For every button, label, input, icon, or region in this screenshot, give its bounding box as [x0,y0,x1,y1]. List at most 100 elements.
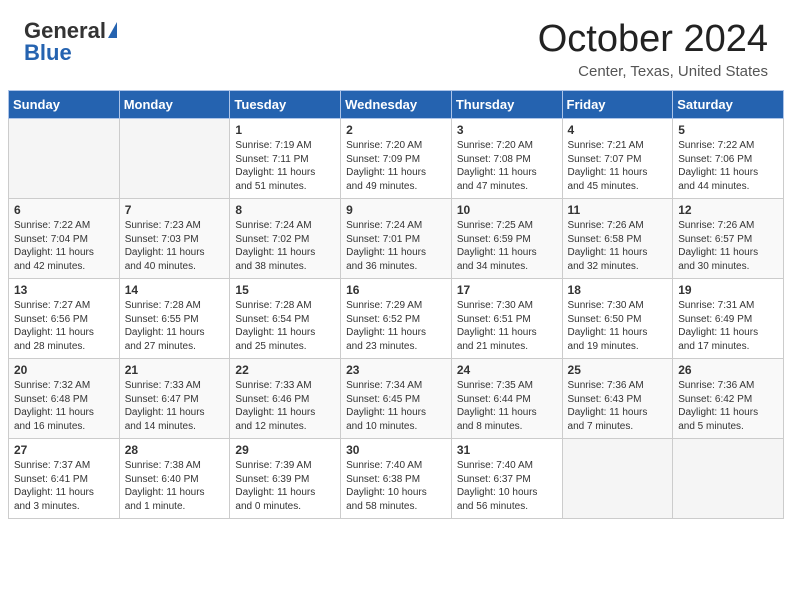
day-number: 27 [14,443,114,457]
day-info: Sunrise: 7:25 AM Sunset: 6:59 PM Dayligh… [457,219,557,273]
calendar-cell: 20 Sunrise: 7:32 AM Sunset: 6:48 PM Dayli… [9,359,120,439]
day-info: Sunrise: 7:24 AM Sunset: 7:02 PM Dayligh… [235,219,335,273]
calendar-row: 1 Sunrise: 7:19 AM Sunset: 7:11 PM Daylig… [9,119,784,199]
calendar-cell [562,439,673,519]
day-number: 14 [125,283,225,297]
day-info: Sunrise: 7:24 AM Sunset: 7:01 PM Dayligh… [346,219,446,273]
calendar-table: SundayMondayTuesdayWednesdayThursdayFrid… [8,90,784,519]
day-number: 12 [678,203,778,217]
calendar-cell: 19 Sunrise: 7:31 AM Sunset: 6:49 PM Dayli… [673,279,784,359]
day-info: Sunrise: 7:36 AM Sunset: 6:43 PM Dayligh… [568,379,668,433]
day-info: Sunrise: 7:36 AM Sunset: 6:42 PM Dayligh… [678,379,778,433]
calendar-row: 13 Sunrise: 7:27 AM Sunset: 6:56 PM Dayli… [9,279,784,359]
day-number: 28 [125,443,225,457]
calendar-cell: 15Sunrise: 7:28 AM Sunset: 6:54 PM Dayli… [230,279,341,359]
calendar-cell: 6Sunrise: 7:22 AM Sunset: 7:04 PM Daylig… [9,199,120,279]
day-number: 13 [14,283,114,297]
day-header-saturday: Saturday [673,91,784,119]
day-info: Sunrise: 7:32 AM Sunset: 6:48 PM Dayligh… [14,379,114,433]
month-title: October 2024 [538,18,768,61]
day-info: Sunrise: 7:28 AM Sunset: 6:54 PM Dayligh… [235,299,335,353]
day-number: 17 [457,283,557,297]
day-number: 18 [568,283,668,297]
day-header-monday: Monday [119,91,230,119]
day-info: Sunrise: 7:20 AM Sunset: 7:09 PM Dayligh… [346,139,446,193]
day-number: 1 [235,123,335,137]
day-number: 7 [125,203,225,217]
calendar-cell: 24 Sunrise: 7:35 AM Sunset: 6:44 PM Dayli… [451,359,562,439]
calendar-cell: 28 Sunrise: 7:38 AM Sunset: 6:40 PM Dayli… [119,439,230,519]
day-header-friday: Friday [562,91,673,119]
calendar-cell: 17Sunrise: 7:30 AM Sunset: 6:51 PM Dayli… [451,279,562,359]
day-info: Sunrise: 7:38 AM Sunset: 6:40 PM Dayligh… [125,459,225,513]
day-header-row: SundayMondayTuesdayWednesdayThursdayFrid… [9,91,784,119]
day-info: Sunrise: 7:40 AM Sunset: 6:37 PM Dayligh… [457,459,557,513]
day-number: 6 [14,203,114,217]
day-info: Sunrise: 7:29 AM Sunset: 6:52 PM Dayligh… [346,299,446,353]
day-number: 16 [346,283,446,297]
day-number: 20 [14,363,114,377]
day-number: 23 [346,363,446,377]
day-info: Sunrise: 7:34 AM Sunset: 6:45 PM Dayligh… [346,379,446,433]
calendar-cell: 12 Sunrise: 7:26 AM Sunset: 6:57 PM Dayli… [673,199,784,279]
day-header-wednesday: Wednesday [341,91,452,119]
day-info: Sunrise: 7:19 AM Sunset: 7:11 PM Dayligh… [235,139,335,193]
calendar-cell: 8 Sunrise: 7:24 AM Sunset: 7:02 PM Daylig… [230,199,341,279]
day-number: 29 [235,443,335,457]
calendar-row: 6Sunrise: 7:22 AM Sunset: 7:04 PM Daylig… [9,199,784,279]
day-info: Sunrise: 7:30 AM Sunset: 6:50 PM Dayligh… [568,299,668,353]
day-info: Sunrise: 7:26 AM Sunset: 6:57 PM Dayligh… [678,219,778,273]
calendar-cell: 23 Sunrise: 7:34 AM Sunset: 6:45 PM Dayli… [341,359,452,439]
day-number: 9 [346,203,446,217]
day-header-sunday: Sunday [9,91,120,119]
day-number: 3 [457,123,557,137]
calendar-cell: 7Sunrise: 7:23 AM Sunset: 7:03 PM Daylig… [119,199,230,279]
day-info: Sunrise: 7:28 AM Sunset: 6:55 PM Dayligh… [125,299,225,353]
calendar-cell: 2Sunrise: 7:20 AM Sunset: 7:09 PM Daylig… [341,119,452,199]
calendar-row: 27 Sunrise: 7:37 AM Sunset: 6:41 PM Dayli… [9,439,784,519]
day-info: Sunrise: 7:26 AM Sunset: 6:58 PM Dayligh… [568,219,668,273]
calendar-cell: 22Sunrise: 7:33 AM Sunset: 6:46 PM Dayli… [230,359,341,439]
day-info: Sunrise: 7:20 AM Sunset: 7:08 PM Dayligh… [457,139,557,193]
calendar-cell: 29Sunrise: 7:39 AM Sunset: 6:39 PM Dayli… [230,439,341,519]
day-number: 25 [568,363,668,377]
day-number: 11 [568,203,668,217]
day-info: Sunrise: 7:40 AM Sunset: 6:38 PM Dayligh… [346,459,446,513]
day-number: 19 [678,283,778,297]
logo-triangle-icon [108,22,117,38]
calendar-cell [673,439,784,519]
day-header-tuesday: Tuesday [230,91,341,119]
day-info: Sunrise: 7:35 AM Sunset: 6:44 PM Dayligh… [457,379,557,433]
day-number: 31 [457,443,557,457]
calendar-cell: 30Sunrise: 7:40 AM Sunset: 6:38 PM Dayli… [341,439,452,519]
day-info: Sunrise: 7:33 AM Sunset: 6:46 PM Dayligh… [235,379,335,433]
calendar-cell: 9 Sunrise: 7:24 AM Sunset: 7:01 PM Daylig… [341,199,452,279]
calendar-cell [119,119,230,199]
calendar-cell: 11 Sunrise: 7:26 AM Sunset: 6:58 PM Dayli… [562,199,673,279]
day-info: Sunrise: 7:27 AM Sunset: 6:56 PM Dayligh… [14,299,114,353]
logo: General Blue [24,18,117,66]
day-header-thursday: Thursday [451,91,562,119]
title-block: October 2024 Center, Texas, United State… [538,18,768,80]
calendar-cell: 10 Sunrise: 7:25 AM Sunset: 6:59 PM Dayli… [451,199,562,279]
calendar-cell: 1 Sunrise: 7:19 AM Sunset: 7:11 PM Daylig… [230,119,341,199]
day-info: Sunrise: 7:33 AM Sunset: 6:47 PM Dayligh… [125,379,225,433]
calendar-cell: 27 Sunrise: 7:37 AM Sunset: 6:41 PM Dayli… [9,439,120,519]
calendar-cell: 13 Sunrise: 7:27 AM Sunset: 6:56 PM Dayli… [9,279,120,359]
calendar-cell: 31 Sunrise: 7:40 AM Sunset: 6:37 PM Dayli… [451,439,562,519]
day-number: 26 [678,363,778,377]
day-number: 21 [125,363,225,377]
day-info: Sunrise: 7:31 AM Sunset: 6:49 PM Dayligh… [678,299,778,353]
calendar-cell: 18 Sunrise: 7:30 AM Sunset: 6:50 PM Dayli… [562,279,673,359]
day-info: Sunrise: 7:21 AM Sunset: 7:07 PM Dayligh… [568,139,668,193]
calendar-cell: 14 Sunrise: 7:28 AM Sunset: 6:55 PM Dayli… [119,279,230,359]
day-number: 10 [457,203,557,217]
calendar-cell: 26 Sunrise: 7:36 AM Sunset: 6:42 PM Dayli… [673,359,784,439]
day-number: 5 [678,123,778,137]
calendar-cell: 21 Sunrise: 7:33 AM Sunset: 6:47 PM Dayli… [119,359,230,439]
calendar-cell: 25 Sunrise: 7:36 AM Sunset: 6:43 PM Dayli… [562,359,673,439]
day-number: 8 [235,203,335,217]
day-info: Sunrise: 7:37 AM Sunset: 6:41 PM Dayligh… [14,459,114,513]
page-header: General Blue October 2024 Center, Texas,… [0,0,792,90]
day-number: 24 [457,363,557,377]
